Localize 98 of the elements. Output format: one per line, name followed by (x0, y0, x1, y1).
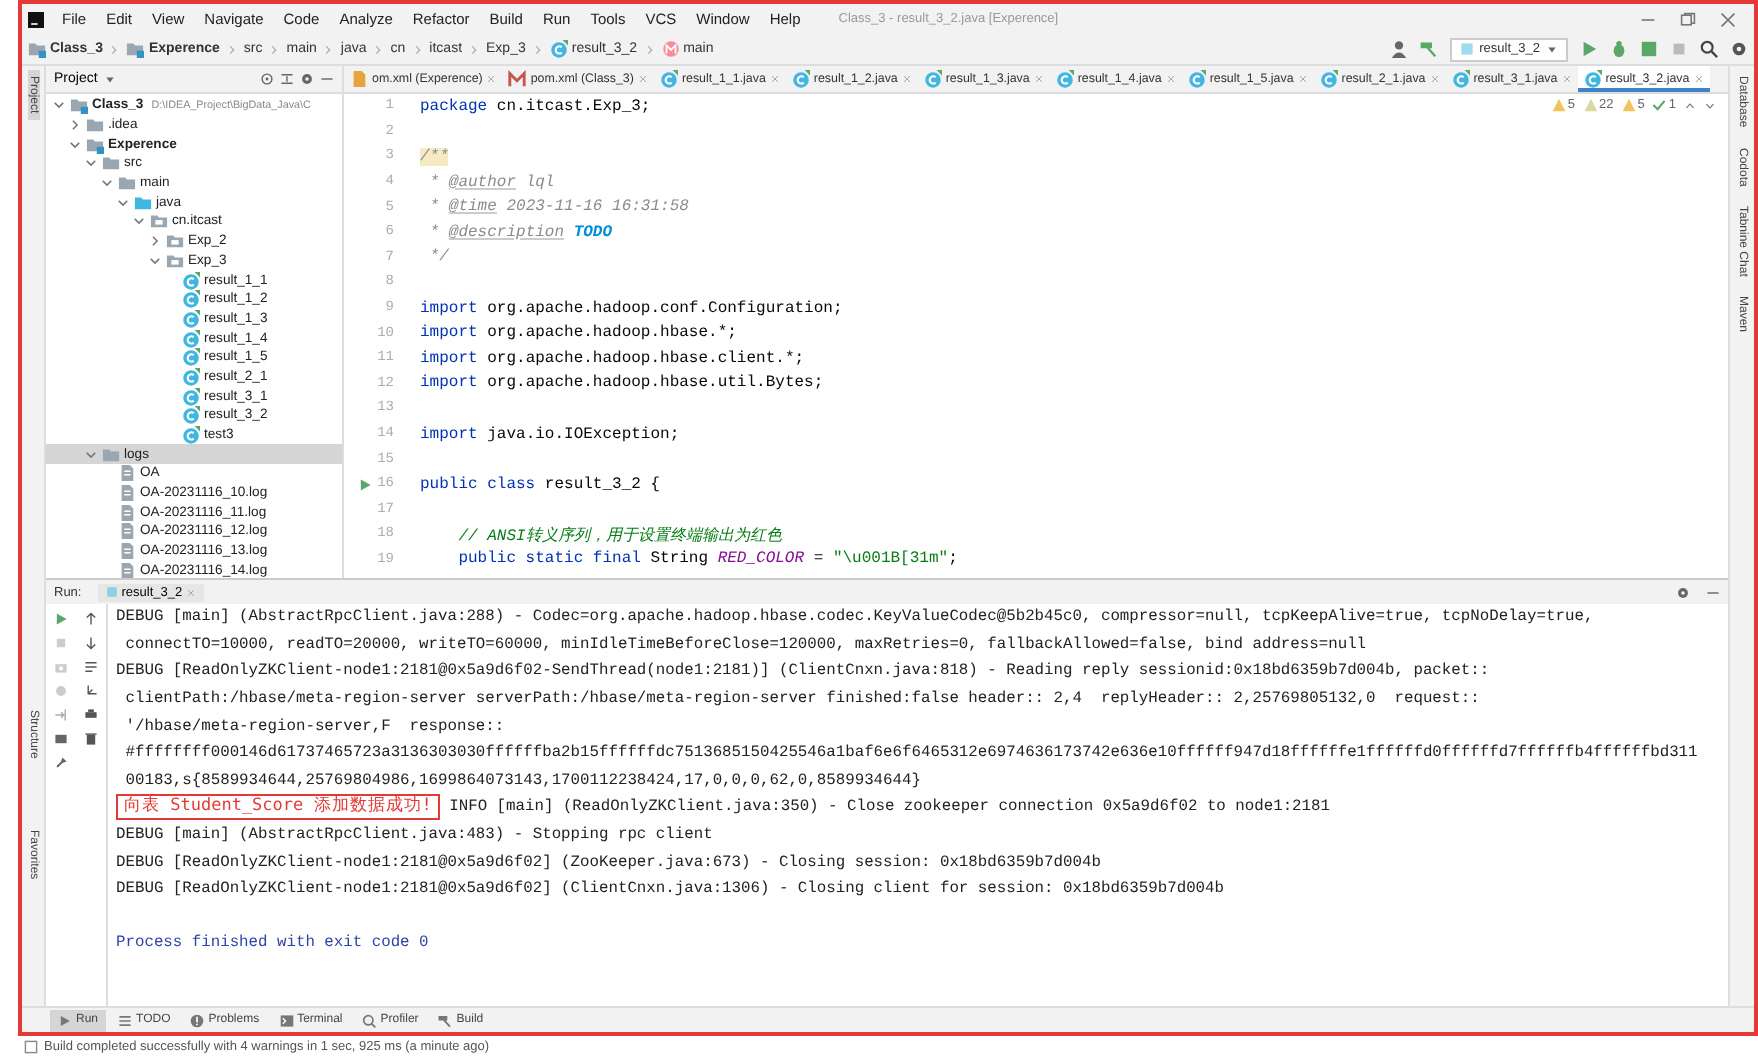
xml-file-icon (350, 70, 368, 88)
chevron-down-icon (1704, 99, 1716, 111)
run-gutter-icon[interactable] (357, 477, 372, 492)
chevron-down-icon (148, 253, 162, 268)
code-line: // ANSI转义序列，用于设置终端输出为红色 (456, 524, 782, 546)
soft-wrap-icon (84, 660, 98, 674)
close-icon (1297, 74, 1308, 84)
source-folder-icon (134, 193, 152, 212)
chevron-right-icon (468, 43, 481, 55)
warning-triangle-icon (1621, 98, 1636, 112)
code-line: package cn.itcast.Exp_3; (420, 97, 651, 116)
hide-icon (320, 72, 334, 86)
chevron-right-icon (322, 43, 335, 55)
checkmark-icon (1652, 98, 1667, 112)
hammer-icon (1419, 40, 1438, 58)
run-icon (1580, 40, 1598, 58)
code-line: */ (427, 248, 449, 267)
play-icon (58, 1013, 72, 1027)
module-folder-icon (126, 40, 145, 58)
user-icon (1389, 40, 1408, 58)
module-folder-icon (86, 135, 104, 154)
stop-icon (1670, 40, 1688, 58)
chevron-right-icon (643, 43, 656, 55)
code-line: public static final String RED_COLOR = "\u001B[31m"; (456, 550, 958, 569)
close-icon (637, 74, 648, 84)
chevron-right-icon (531, 43, 544, 55)
close-icon (1720, 11, 1736, 27)
code-line: * @time 2023-11-16 16:31:58 (427, 198, 689, 217)
settings-icon (300, 72, 314, 86)
warning-triangle-icon (1551, 98, 1566, 112)
code-line: import org.apache.hadoop.conf.Configuration; (420, 299, 843, 318)
close-icon (1693, 74, 1704, 84)
chevron-right-icon (108, 43, 121, 55)
hammer-icon (438, 1013, 453, 1027)
code-line: * @description TODO (427, 223, 613, 242)
arrow-down-icon (84, 636, 98, 650)
settings-icon (1676, 585, 1690, 599)
pin-icon (54, 756, 68, 770)
app-logo-icon (28, 11, 44, 27)
rerun-icon (54, 612, 68, 626)
profiler-icon (362, 1013, 377, 1027)
log-file-icon (118, 484, 136, 503)
caret-icon (103, 73, 116, 85)
package-folder-icon (166, 232, 184, 251)
chevron-right-icon (268, 43, 281, 55)
camera-icon (54, 660, 68, 674)
chevron-right-icon (68, 118, 82, 133)
method-icon (661, 40, 680, 58)
folder-icon (102, 445, 120, 464)
stop-icon (54, 636, 68, 650)
status-square-icon (24, 1040, 38, 1054)
login-arrow-icon (54, 708, 68, 722)
chevron-right-icon (225, 43, 238, 55)
chevron-down-icon (52, 98, 66, 113)
restore-icon (1680, 11, 1696, 27)
terminal-icon (279, 1013, 294, 1027)
code-line: public class result_3_2 { (420, 475, 661, 494)
log-file-icon (118, 503, 136, 522)
code-line: import org.apache.hadoop.hbase.client.*; (420, 349, 805, 368)
chevron-right-icon (411, 43, 424, 55)
close-icon (1165, 74, 1176, 84)
maven-m-icon (508, 70, 527, 88)
close-icon (1429, 74, 1440, 84)
chevron-right-icon (372, 43, 385, 55)
locate-icon (260, 72, 274, 86)
chevron-up-icon (1684, 99, 1696, 111)
collapse-icon (280, 72, 294, 86)
list-icon (118, 1013, 133, 1027)
log-file-icon (118, 542, 136, 561)
print-icon (84, 708, 98, 722)
code-line: import java.io.IOException; (420, 425, 680, 444)
close-icon (1033, 74, 1044, 84)
warning-circle-icon (190, 1013, 205, 1027)
close-icon (486, 74, 497, 84)
caret-icon (1546, 43, 1558, 55)
log-file-icon (118, 522, 136, 541)
code-line: import org.apache.hadoop.hbase.util.Bytes; (420, 374, 824, 393)
package-folder-icon (150, 212, 168, 231)
settings-icon (1730, 40, 1748, 58)
search-icon (1700, 40, 1718, 58)
chevron-right-icon (148, 234, 162, 249)
close-icon (901, 74, 912, 84)
scroll-to-end-icon (84, 684, 98, 698)
debug-bug-icon (1610, 40, 1628, 58)
warning-triangle-icon (1583, 98, 1598, 112)
highlighted-output: 向表 Student_Score 添加数据成功! (116, 794, 440, 821)
trash-icon (84, 732, 98, 746)
arrow-up-icon (84, 612, 98, 626)
package-folder-icon (166, 251, 184, 270)
code-line: * @author lql (427, 173, 555, 192)
chevron-down-icon (84, 447, 98, 462)
close-icon (1561, 74, 1572, 84)
log-file-icon (118, 464, 136, 483)
code-line: import org.apache.hadoop.hbase.*; (420, 324, 737, 343)
close-icon (186, 587, 197, 597)
module-folder-icon (70, 96, 88, 115)
module-folder-icon (28, 40, 46, 58)
close-icon (769, 74, 780, 84)
